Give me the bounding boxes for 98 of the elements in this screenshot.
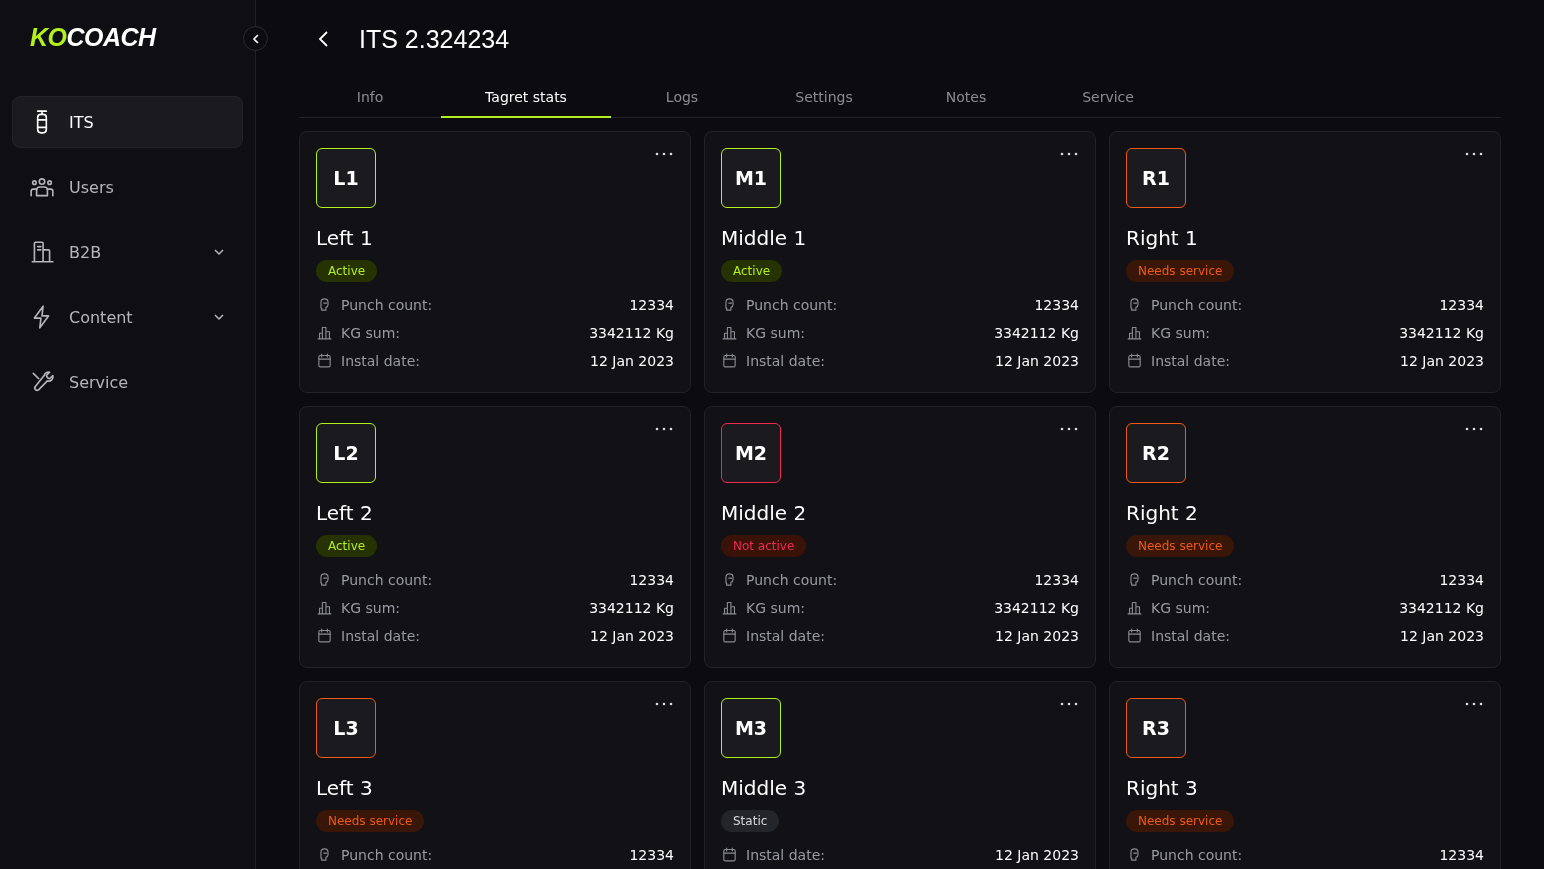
logo-text: COACH bbox=[66, 22, 156, 52]
sidebar-item[interactable]: Content bbox=[12, 291, 243, 343]
stat-value: 12 Jan 2023 bbox=[590, 352, 674, 369]
stat-value: 12334 bbox=[629, 296, 674, 313]
device-code: M1 bbox=[721, 148, 781, 208]
status-badge: Needs service bbox=[316, 810, 425, 832]
sidebar-item[interactable]: B2B bbox=[12, 226, 243, 278]
stat-label: Instal date: bbox=[1151, 352, 1231, 369]
status-badge: Active bbox=[316, 260, 378, 282]
status-badge: Needs service bbox=[1126, 810, 1235, 832]
status-badge: Active bbox=[316, 535, 378, 557]
stat-label: Instal date: bbox=[746, 352, 826, 369]
stat-value: 12334 bbox=[629, 846, 674, 863]
bar-chart-icon bbox=[316, 599, 333, 616]
sidebar-item[interactable]: Users bbox=[12, 161, 243, 213]
stat-value: 3342112 Kg bbox=[589, 599, 674, 616]
device-code: R3 bbox=[1126, 698, 1186, 758]
device-code: M3 bbox=[721, 698, 781, 758]
stat-value: 3342112 Kg bbox=[994, 324, 1079, 341]
calendar-icon bbox=[721, 846, 738, 863]
device-code: L3 bbox=[316, 698, 376, 758]
device-name: Left 1 bbox=[316, 226, 374, 250]
stat-value: 3342112 Kg bbox=[994, 599, 1079, 616]
bar-chart-icon bbox=[1126, 599, 1143, 616]
stat-value: 12 Jan 2023 bbox=[590, 627, 674, 644]
stat-label: Punch count: bbox=[1151, 296, 1244, 313]
calendar-icon bbox=[721, 352, 738, 369]
stat-label: Punch count: bbox=[746, 296, 839, 313]
stat-value: 12334 bbox=[1439, 296, 1484, 313]
collapse-button[interactable] bbox=[243, 26, 268, 51]
sidebar-item[interactable]: Service bbox=[12, 356, 243, 408]
stat-value: 12 Jan 2023 bbox=[1400, 627, 1484, 644]
tab[interactable]: Logs bbox=[611, 78, 753, 118]
calendar-icon bbox=[1126, 627, 1143, 644]
device-code: R1 bbox=[1126, 148, 1186, 208]
stat-value: 3342112 Kg bbox=[1399, 599, 1484, 616]
device-name: Left 3 bbox=[316, 776, 374, 800]
tab[interactable]: Service bbox=[1037, 78, 1179, 118]
device-name: Right 1 bbox=[1126, 226, 1199, 250]
stat-label: Instal date: bbox=[341, 352, 421, 369]
stat-value: 12334 bbox=[1034, 571, 1079, 588]
stat-label: KG sum: bbox=[746, 599, 806, 616]
status-badge: Static bbox=[721, 810, 780, 832]
device-name: Right 2 bbox=[1126, 501, 1199, 525]
tab[interactable]: Tagret stats bbox=[441, 78, 611, 118]
stat-value: 12334 bbox=[1439, 571, 1484, 588]
building-icon bbox=[29, 239, 55, 265]
stat-value: 12 Jan 2023 bbox=[995, 352, 1079, 369]
tab[interactable]: Notes bbox=[895, 78, 1037, 118]
status-badge: Needs service bbox=[1126, 260, 1235, 282]
stat-value: 12 Jan 2023 bbox=[995, 627, 1079, 644]
calendar-icon bbox=[1126, 352, 1143, 369]
stat-value: 12334 bbox=[629, 571, 674, 588]
status-badge: Active bbox=[721, 260, 783, 282]
device-name: Left 2 bbox=[316, 501, 374, 525]
stat-label: KG sum: bbox=[746, 324, 806, 341]
stat-label: Punch count: bbox=[341, 571, 434, 588]
bar-chart-icon bbox=[316, 324, 333, 341]
stat-value: 12 Jan 2023 bbox=[995, 846, 1079, 863]
stat-label: Punch count: bbox=[1151, 846, 1244, 863]
stat-value: 12 Jan 2023 bbox=[1400, 352, 1484, 369]
calendar-icon bbox=[316, 627, 333, 644]
tab[interactable]: Info bbox=[299, 78, 441, 118]
stat-value: 12334 bbox=[1439, 846, 1484, 863]
tab[interactable]: Settings bbox=[753, 78, 895, 118]
logo-accent: KO bbox=[30, 22, 67, 52]
device-code: L2 bbox=[316, 423, 376, 483]
stat-value: 12334 bbox=[1034, 296, 1079, 313]
calendar-icon bbox=[316, 352, 333, 369]
stat-label: Instal date: bbox=[746, 627, 826, 644]
device-name: Middle 3 bbox=[721, 776, 808, 800]
status-badge: Not active bbox=[721, 535, 807, 557]
calendar-icon bbox=[721, 627, 738, 644]
device-code: R2 bbox=[1126, 423, 1186, 483]
stat-label: Instal date: bbox=[341, 627, 421, 644]
stat-label: KG sum: bbox=[341, 324, 401, 341]
bar-chart-icon bbox=[721, 599, 738, 616]
device-name: Middle 2 bbox=[721, 501, 808, 525]
stat-label: Punch count: bbox=[746, 571, 839, 588]
bar-chart-icon bbox=[1126, 324, 1143, 341]
stat-label: Instal date: bbox=[746, 846, 826, 863]
stat-label: Punch count: bbox=[1151, 571, 1244, 588]
sidebar-item[interactable]: ITS bbox=[12, 96, 243, 148]
stat-label: KG sum: bbox=[341, 599, 401, 616]
page-title: ITS 2.324234 bbox=[359, 24, 510, 54]
status-badge: Needs service bbox=[1126, 535, 1235, 557]
bar-chart-icon bbox=[721, 324, 738, 341]
stat-label: Punch count: bbox=[341, 846, 434, 863]
device-code: L1 bbox=[316, 148, 376, 208]
stat-value: 3342112 Kg bbox=[1399, 324, 1484, 341]
stat-label: Punch count: bbox=[341, 296, 434, 313]
stat-label: KG sum: bbox=[1151, 599, 1211, 616]
stat-label: KG sum: bbox=[1151, 324, 1211, 341]
device-name: Right 3 bbox=[1126, 776, 1199, 800]
device-name: Middle 1 bbox=[721, 226, 808, 250]
stat-value: 3342112 Kg bbox=[589, 324, 674, 341]
stat-label: Instal date: bbox=[1151, 627, 1231, 644]
device-code: M2 bbox=[721, 423, 781, 483]
